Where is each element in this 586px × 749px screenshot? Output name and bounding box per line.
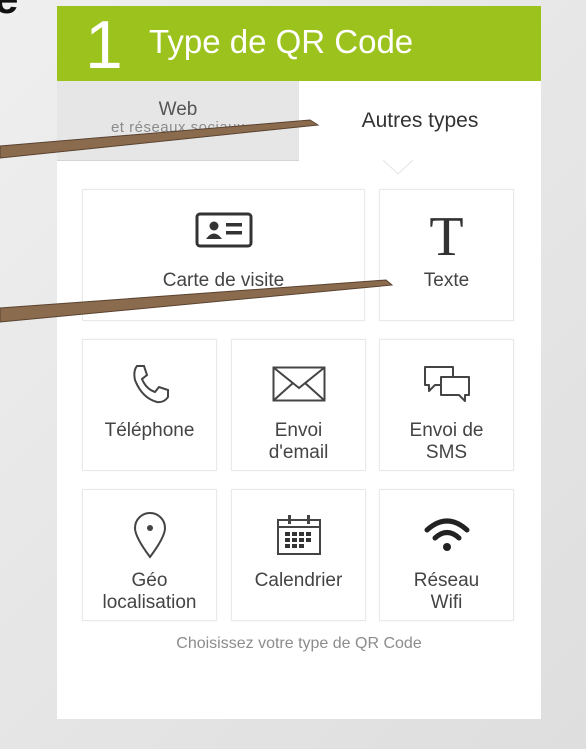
tile-text-label: Texte bbox=[423, 270, 470, 291]
calendar-icon bbox=[276, 490, 322, 570]
tile-business-card[interactable]: Carte de visite bbox=[82, 189, 365, 321]
tab-other-label: Autres types bbox=[361, 109, 479, 132]
tile-sms-line2: SMS bbox=[425, 442, 468, 463]
tab-web-sublabel: et réseaux sociaux bbox=[110, 118, 246, 136]
tile-wifi[interactable]: Réseau Wifi bbox=[379, 489, 514, 621]
envelope-icon bbox=[272, 340, 326, 420]
map-pin-icon bbox=[132, 490, 168, 570]
page-corner-glyph: e bbox=[0, 0, 18, 24]
tile-wifi-line1: Réseau bbox=[413, 570, 480, 591]
tile-text[interactable]: T Texte bbox=[379, 189, 514, 321]
tile-business-card-label: Carte de visite bbox=[162, 270, 285, 291]
tile-email-line2: d'email bbox=[268, 442, 329, 463]
tile-geo-line1: Géo bbox=[131, 570, 168, 591]
phone-icon bbox=[128, 340, 172, 420]
step-number: 1 bbox=[85, 7, 123, 83]
tile-geolocation[interactable]: Géo localisation bbox=[82, 489, 217, 621]
business-card-icon bbox=[195, 190, 253, 270]
tile-sms[interactable]: Envoi de SMS bbox=[379, 339, 514, 471]
tile-wifi-line2: Wifi bbox=[430, 592, 463, 613]
chat-bubbles-icon bbox=[421, 340, 473, 420]
tile-phone[interactable]: Téléphone bbox=[82, 339, 217, 471]
tab-other-types[interactable]: Autres types bbox=[299, 81, 541, 161]
tab-web-social[interactable]: Web et réseaux sociaux bbox=[57, 81, 299, 161]
qr-type-panel: 1 Type de QR Code Web et réseaux sociaux… bbox=[57, 6, 541, 719]
panel-header: 1 Type de QR Code bbox=[57, 6, 541, 81]
wifi-icon bbox=[423, 490, 471, 570]
tile-geo-line2: localisation bbox=[102, 592, 197, 613]
footer-hint: Choisissez votre type de QR Code bbox=[176, 635, 422, 652]
type-tabs: Web et réseaux sociaux Autres types bbox=[57, 81, 541, 175]
tile-calendar[interactable]: Calendrier bbox=[231, 489, 366, 621]
panel-title: Type de QR Code bbox=[149, 23, 414, 60]
text-t-icon: T bbox=[429, 206, 464, 268]
tile-email[interactable]: Envoi d'email bbox=[231, 339, 366, 471]
tile-calendar-label: Calendrier bbox=[254, 570, 343, 591]
tile-phone-label: Téléphone bbox=[104, 420, 195, 441]
tile-sms-line1: Envoi de bbox=[409, 420, 484, 441]
tile-email-line1: Envoi bbox=[274, 420, 323, 441]
